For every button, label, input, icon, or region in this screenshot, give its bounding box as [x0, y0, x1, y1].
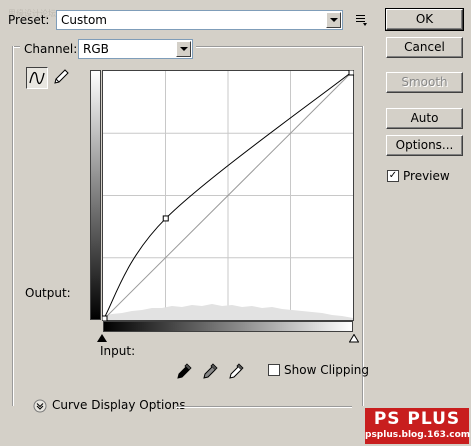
auto-button[interactable]: Auto — [386, 108, 463, 129]
preset-label: Preset: — [8, 13, 50, 27]
options-divider — [176, 406, 352, 408]
white-eyedropper-icon[interactable] — [227, 362, 245, 382]
preset-menu-icon[interactable] — [353, 12, 369, 28]
curve-point[interactable] — [102, 315, 108, 321]
input-gradient-bar — [103, 321, 353, 332]
curve-tool-button[interactable] — [26, 67, 48, 89]
pencil-tool-button[interactable] — [51, 67, 73, 89]
curve-display-options-label[interactable]: Curve Display Options — [52, 398, 186, 412]
watermark-title: PS PLUS — [373, 409, 461, 429]
show-clipping-checkbox[interactable] — [268, 364, 280, 376]
channel-value: RGB — [83, 42, 109, 56]
curve-point[interactable] — [348, 70, 354, 76]
white-point-slider[interactable] — [349, 334, 359, 343]
chevron-down-icon[interactable] — [326, 12, 341, 28]
chevron-down-icon[interactable] — [176, 41, 191, 57]
group-right-border — [362, 46, 364, 406]
preview-checkbox[interactable]: ✓ — [387, 170, 399, 182]
options-button[interactable]: Options... — [386, 135, 463, 156]
pencil-tool-icon — [54, 69, 69, 84]
preset-value: Custom — [61, 13, 107, 27]
watermark-url: psplus.blog.163.com — [365, 430, 471, 440]
channel-select[interactable]: RGB — [78, 39, 193, 59]
group-left-border — [12, 46, 14, 406]
curve-graph[interactable] — [102, 70, 354, 321]
output-gradient-bar — [90, 70, 101, 320]
cancel-button[interactable]: Cancel — [386, 37, 463, 58]
preset-select[interactable]: Custom — [56, 10, 343, 30]
group-top-right — [196, 46, 362, 48]
psplus-watermark-logo: PS PLUS psplus.blog.163.com — [365, 408, 471, 444]
gray-eyedropper-icon[interactable] — [201, 362, 219, 382]
smooth-button[interactable]: Smooth — [386, 72, 463, 93]
input-label: Input: — [100, 344, 136, 358]
output-label: Output: — [25, 286, 71, 300]
curve-point[interactable] — [162, 215, 169, 222]
curve-tool-icon — [29, 71, 45, 85]
show-clipping-label: Show Clipping — [284, 363, 370, 377]
black-point-slider[interactable] — [97, 334, 107, 343]
black-eyedropper-icon[interactable] — [175, 362, 193, 382]
preview-label: Preview — [403, 169, 450, 183]
channel-label: Channel: — [24, 42, 78, 56]
expand-icon[interactable] — [33, 399, 47, 413]
ok-button[interactable]: OK — [385, 8, 464, 31]
